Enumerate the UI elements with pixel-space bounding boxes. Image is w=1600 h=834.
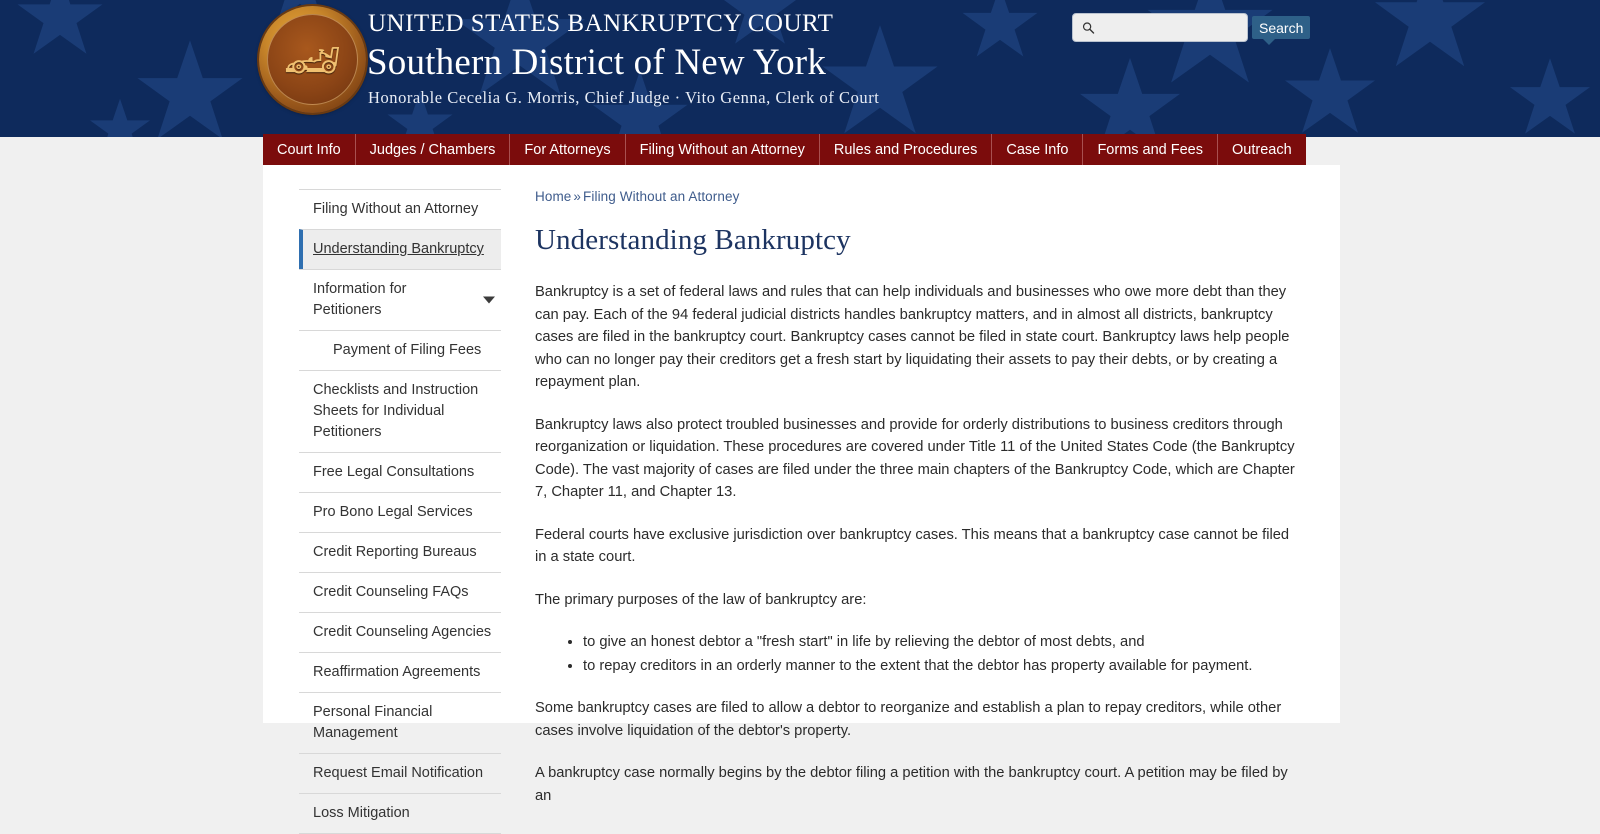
sidebar-item-understanding-bankruptcy[interactable]: Understanding Bankruptcy xyxy=(299,229,501,270)
sidebar-item-label: Reaffirmation Agreements xyxy=(313,664,481,681)
sidebar-item-credit-reporting-bureaus[interactable]: Credit Reporting Bureaus xyxy=(299,532,501,572)
sidebar-item-label: Filing Without an Attorney xyxy=(313,201,479,217)
sidebar-item-free-legal-consultations[interactable]: Free Legal Consultations xyxy=(299,452,501,492)
breadcrumb-home[interactable]: Home xyxy=(535,189,571,204)
sidebar-item-label: Free Legal Consultations xyxy=(313,464,475,481)
sidebar-item-information-for-petitioners[interactable]: Information for Petitioners xyxy=(299,269,501,330)
district-name: Southern District of New York xyxy=(367,42,827,83)
paragraph: Bankruptcy is a set of federal laws and … xyxy=(535,284,1290,390)
sidebar-item-label: Payment of Filing Fees xyxy=(333,342,482,359)
court-seal-icon: 🏎 xyxy=(259,6,366,113)
sidebar-item-request-email-notification[interactable]: Request Email Notification xyxy=(299,753,501,793)
judge-clerk-line: Honorable Cecelia G. Morris, Chief Judge… xyxy=(368,88,880,107)
list-item: to repay creditors in an orderly manner … xyxy=(583,655,1295,678)
breadcrumb-current[interactable]: Filing Without an Attorney xyxy=(583,189,739,204)
sidebar-item-label: Information for Petitioners xyxy=(313,281,407,319)
paragraph: Bankruptcy laws also protect troubled bu… xyxy=(535,416,1295,501)
paragraph: The primary purposes of the law of bankr… xyxy=(535,591,867,608)
sidebar-item-label: Credit Counseling FAQs xyxy=(313,584,469,601)
nav-item-forms-and-fees[interactable]: Forms and Fees xyxy=(1083,134,1219,165)
sidebar-item-label: Loss Mitigation xyxy=(313,805,410,822)
search-area: Search xyxy=(1072,13,1311,45)
sidebar-item-label: Credit Counseling Agencies xyxy=(313,624,492,641)
paragraph: Some bankruptcy cases are filed to allow… xyxy=(535,700,1282,739)
chevron-down-icon[interactable] xyxy=(483,296,495,304)
nav-item-case-info[interactable]: Case Info xyxy=(992,134,1084,165)
sidebar-item-checklists-and-instruction-sheets-for-individual-petitioners[interactable]: Checklists and Instruction Sheets for In… xyxy=(299,370,501,452)
sidebar-item-loss-mitigation[interactable]: Loss Mitigation xyxy=(299,793,501,834)
search-button[interactable]: Search xyxy=(1252,16,1311,45)
sidebar-item-label: Checklists and Instruction Sheets for In… xyxy=(313,382,479,441)
sidebar-item-credit-counseling-agencies[interactable]: Credit Counseling Agencies xyxy=(299,612,501,652)
page-title: Understanding Bankruptcy xyxy=(535,224,851,256)
sidebar-item-reaffirmation-agreements[interactable]: Reaffirmation Agreements xyxy=(299,652,501,692)
search-box[interactable] xyxy=(1072,13,1248,42)
nav-item-for-attorneys[interactable]: For Attorneys xyxy=(510,134,626,165)
sidebar-item-credit-counseling-faqs[interactable]: Credit Counseling FAQs xyxy=(299,572,501,612)
sidebar-item-label: Understanding Bankruptcy xyxy=(313,241,484,258)
nav-item-court-info[interactable]: Court Info xyxy=(263,134,356,165)
sidebar-item-label: Credit Reporting Bureaus xyxy=(313,544,477,561)
section-sidebar: Filing Without an Attorney Understanding … xyxy=(299,189,501,834)
nav-item-rules-and-procedures[interactable]: Rules and Procedures xyxy=(820,134,993,165)
site-header: 🏎 UNITED STATES BANKRUPTCY COURT Souther… xyxy=(0,0,1600,137)
nav-item-outreach[interactable]: Outreach xyxy=(1218,134,1306,165)
court-name: UNITED STATES BANKRUPTCY COURT xyxy=(368,10,834,37)
sidebar-item-label: Pro Bono Legal Services xyxy=(313,504,473,521)
list-item: to give an honest debtor a "fresh start"… xyxy=(583,631,1295,654)
sidebar-item-payment-of-filing-fees[interactable]: Payment of Filing Fees xyxy=(299,330,501,370)
sidebar-item-filing-without-an-attorney[interactable]: Filing Without an Attorney xyxy=(299,189,501,229)
breadcrumb-separator: » xyxy=(573,189,582,204)
search-input[interactable] xyxy=(1073,14,1247,41)
paragraph: Federal courts have exclusive jurisdicti… xyxy=(535,526,1290,566)
main-navigation: Court Info Judges / Chambers For Attorneys… xyxy=(263,134,1306,165)
nav-item-judges-chambers[interactable]: Judges / Chambers xyxy=(356,134,511,165)
nav-item-filing-without-an-attorney[interactable]: Filing Without an Attorney xyxy=(626,134,820,165)
sidebar-item-label: Request Email Notification xyxy=(313,765,484,782)
sidebar-item-pro-bono-legal-services[interactable]: Pro Bono Legal Services xyxy=(299,492,501,532)
seal-eagle-glyph: 🏎 xyxy=(283,33,342,86)
main-content: Home» Filing Without an Attorney Understa… xyxy=(535,189,1295,827)
search-icon xyxy=(1082,21,1095,34)
breadcrumb: Home» Filing Without an Attorney xyxy=(535,189,1295,204)
purposes-list: to give an honest debtor a "fresh start"… xyxy=(535,631,1295,677)
page-content-card: Filing Without an Attorney Understanding … xyxy=(263,165,1340,834)
paragraph: A bankruptcy case normally begins by the… xyxy=(535,765,1288,804)
